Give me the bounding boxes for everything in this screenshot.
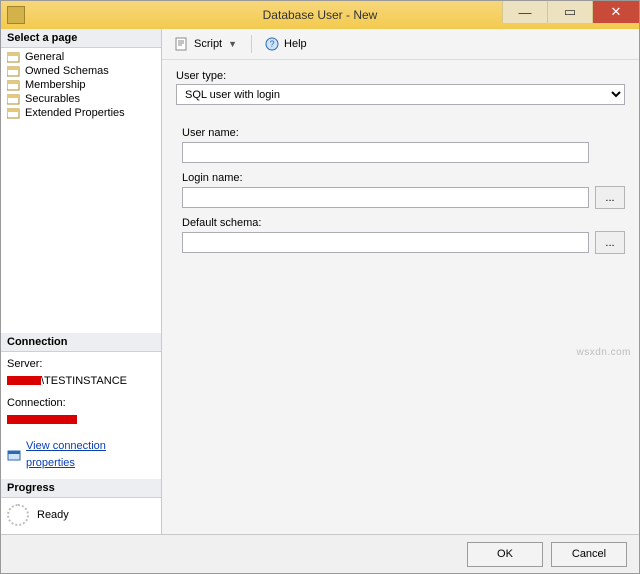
close-button[interactable]: ✕	[592, 1, 639, 23]
watermark: wsxdn.com	[576, 347, 631, 358]
server-value: \TESTINSTANCE	[7, 373, 155, 390]
page-icon	[7, 51, 21, 63]
window-buttons: — ▭ ✕	[502, 1, 639, 29]
app-icon	[7, 6, 25, 24]
progress-header: Progress	[1, 479, 161, 498]
sidebar-item-label: Owned Schemas	[25, 65, 109, 77]
progress-body: Ready	[1, 498, 161, 534]
redacted-text	[7, 415, 77, 424]
svg-text:?: ?	[270, 39, 275, 49]
user-name-input[interactable]	[182, 142, 589, 163]
cancel-button[interactable]: Cancel	[551, 542, 627, 567]
page-icon	[7, 93, 21, 105]
sidebar-item-owned-schemas[interactable]: Owned Schemas	[5, 64, 157, 78]
ok-button[interactable]: OK	[467, 542, 543, 567]
login-name-input[interactable]	[182, 187, 589, 208]
maximize-button[interactable]: ▭	[547, 1, 592, 23]
sidebar-item-label: Securables	[25, 93, 80, 105]
user-type-label: User type:	[176, 70, 625, 82]
connection-info: Server: \TESTINSTANCE Connection: View c…	[1, 352, 161, 479]
toolbar-separator	[251, 35, 252, 53]
dialog-footer: OK Cancel	[1, 534, 639, 573]
select-page-header: Select a page	[1, 29, 161, 48]
redacted-text	[7, 376, 41, 385]
help-button[interactable]: ? Help	[260, 34, 311, 54]
sidebar-item-general[interactable]: General	[5, 50, 157, 64]
sidebar-item-label: Extended Properties	[25, 107, 125, 119]
connection-properties-icon	[7, 448, 21, 462]
page-icon	[7, 79, 21, 91]
sidebar-item-label: General	[25, 51, 64, 63]
user-type-select[interactable]: SQL user with login	[176, 84, 625, 105]
page-list: General Owned Schemas Membership Securab…	[1, 48, 161, 126]
page-icon	[7, 107, 21, 119]
default-schema-input[interactable]	[182, 232, 589, 253]
form-area: User type: SQL user with login User name…	[162, 60, 639, 264]
sidebar-item-extended-properties[interactable]: Extended Properties	[5, 106, 157, 120]
sidebar-item-securables[interactable]: Securables	[5, 92, 157, 106]
sidebar-item-membership[interactable]: Membership	[5, 78, 157, 92]
page-icon	[7, 65, 21, 77]
progress-spinner-icon	[7, 504, 29, 526]
script-icon	[174, 36, 190, 52]
minimize-button[interactable]: —	[502, 1, 547, 23]
connection-value	[7, 412, 155, 429]
connection-label: Connection:	[7, 395, 155, 412]
server-label: Server:	[7, 356, 155, 373]
login-name-browse-button[interactable]: ...	[595, 186, 625, 209]
connection-header: Connection	[1, 333, 161, 352]
view-connection-properties-link[interactable]: View connection properties	[26, 438, 155, 471]
main-panel: Script ▼ ? Help User type: SQL user with…	[162, 29, 639, 534]
default-schema-label: Default schema:	[182, 217, 625, 229]
default-schema-browse-button[interactable]: ...	[595, 231, 625, 254]
toolbar: Script ▼ ? Help	[162, 29, 639, 60]
user-name-label: User name:	[182, 127, 625, 139]
sidebar: Select a page General Owned Schemas Memb…	[1, 29, 162, 534]
chevron-down-icon[interactable]: ▼	[226, 39, 239, 49]
script-button[interactable]: Script ▼	[170, 34, 243, 54]
login-name-label: Login name:	[182, 172, 625, 184]
titlebar: Database User - New — ▭ ✕	[1, 1, 639, 29]
help-icon: ?	[264, 36, 280, 52]
sidebar-item-label: Membership	[25, 79, 86, 91]
progress-status: Ready	[37, 509, 69, 521]
